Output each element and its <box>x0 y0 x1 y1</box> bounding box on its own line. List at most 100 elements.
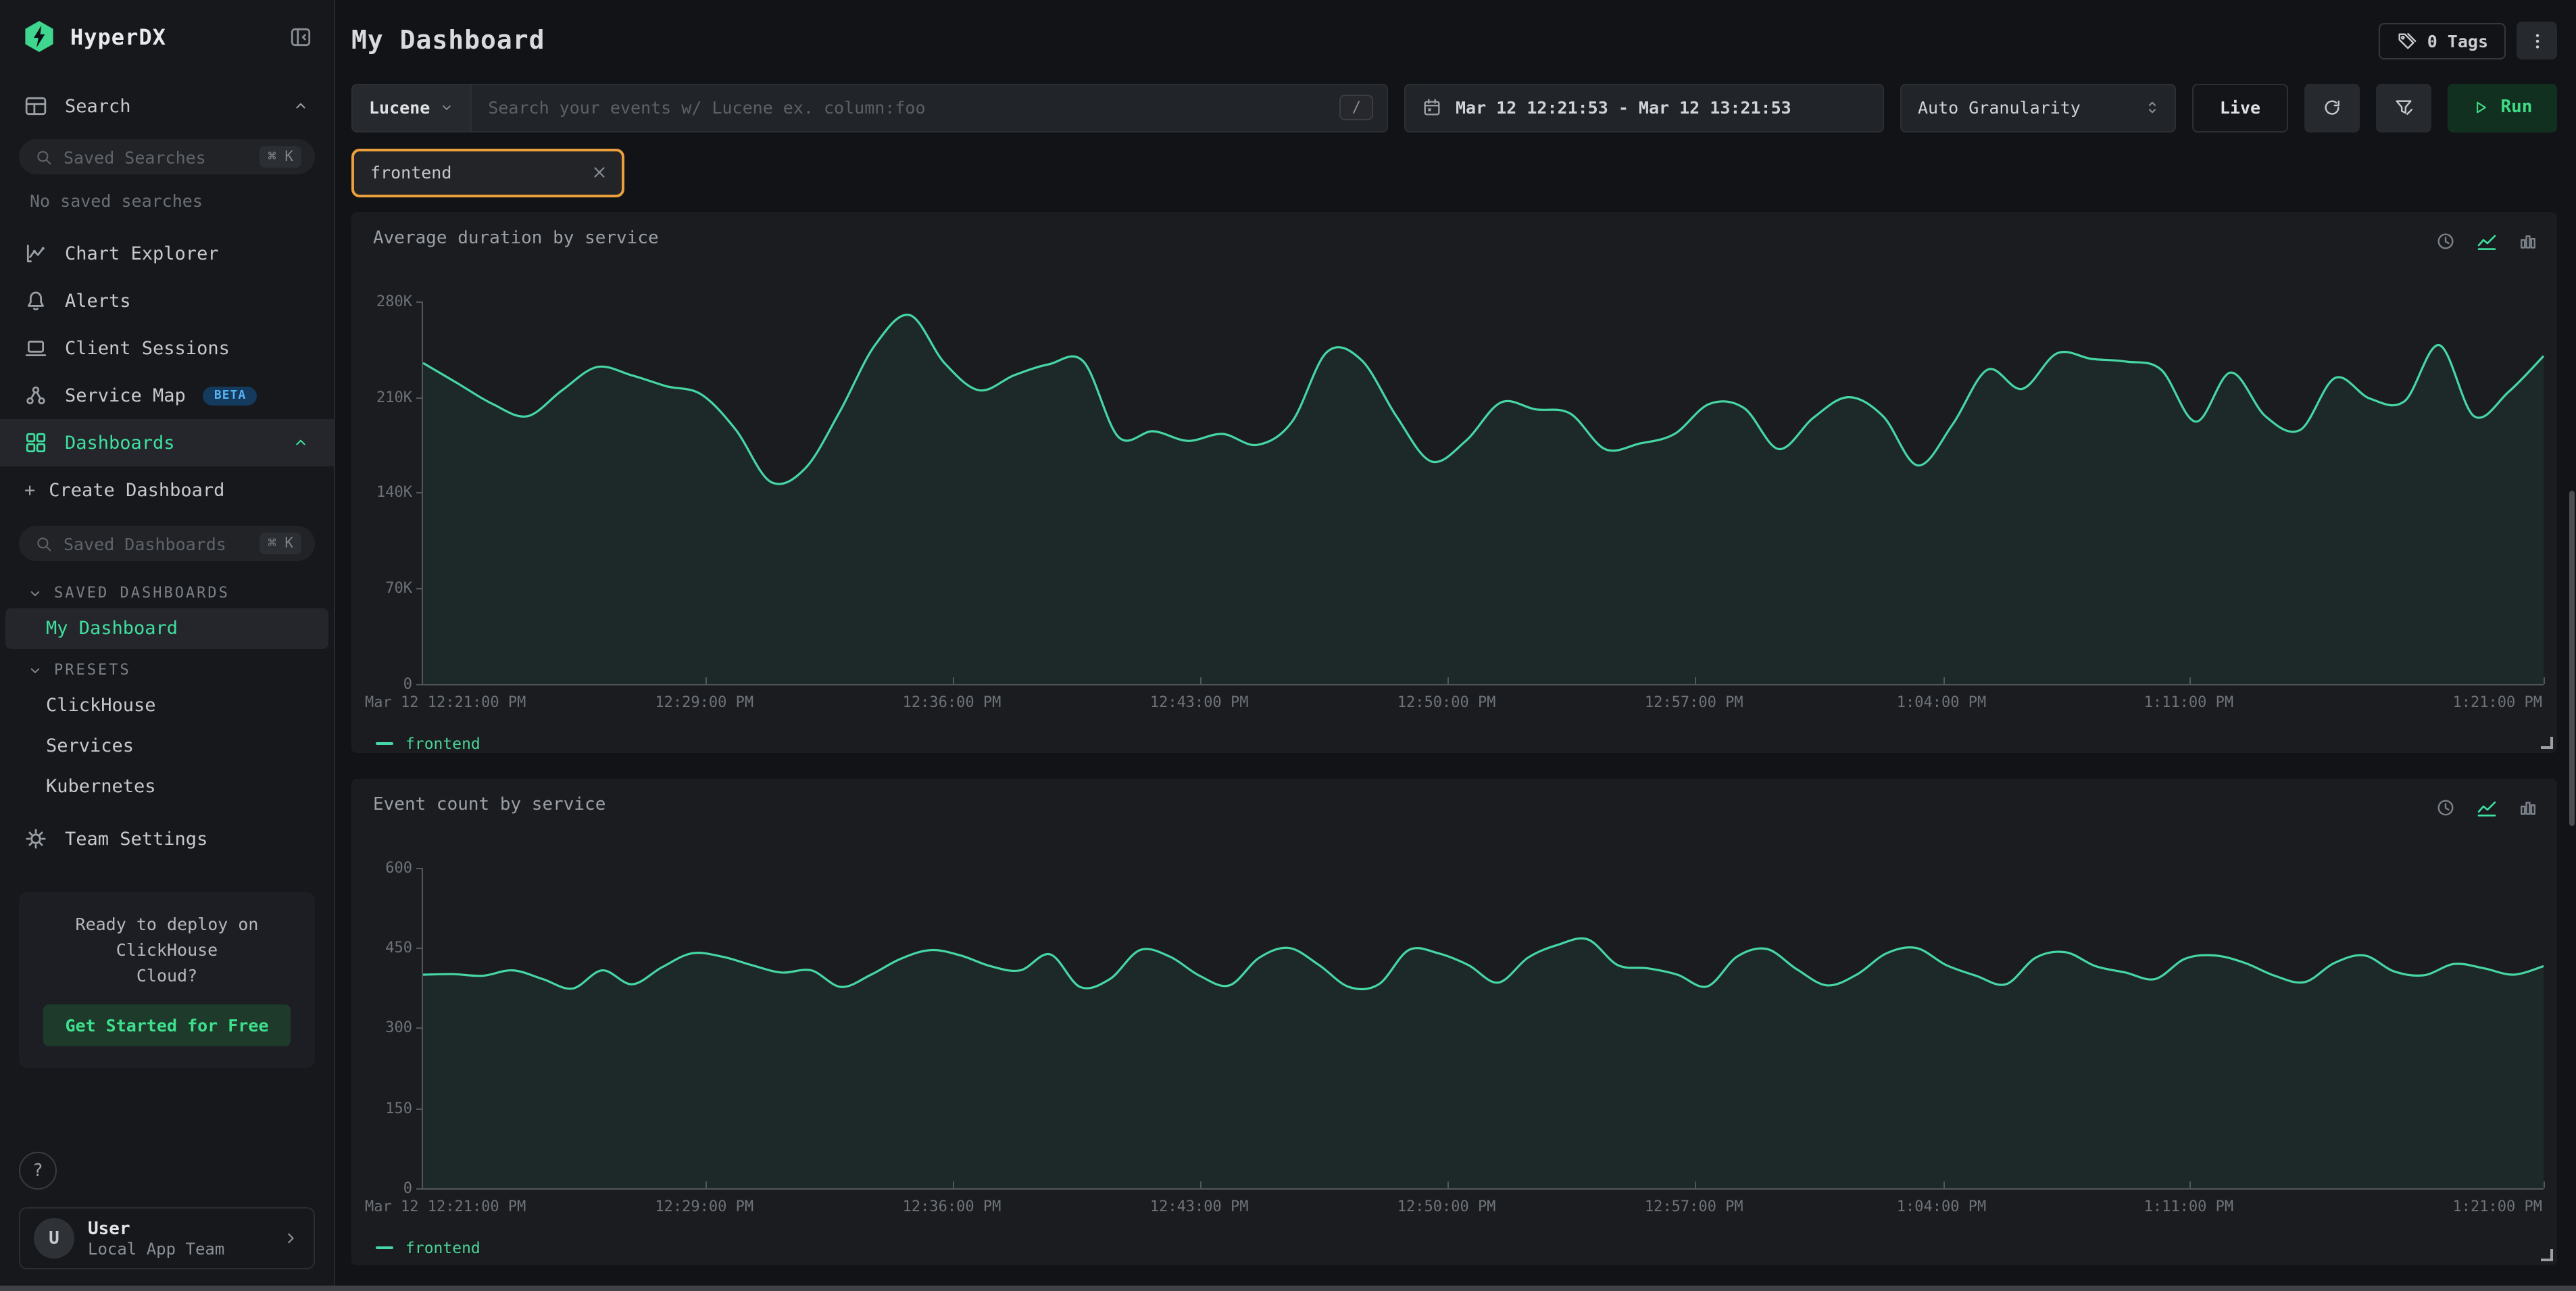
legend-label: frontend <box>405 734 480 753</box>
section-saved-dashboards[interactable]: SAVED DASHBOARDS <box>0 572 334 608</box>
refresh-button[interactable] <box>2304 84 2360 132</box>
time-mode-icon[interactable] <box>2435 798 2456 819</box>
app-window: HyperDX Search ⌘ K No saved searches Cha… <box>0 0 2576 1291</box>
legend-line-swatch <box>376 1246 393 1249</box>
clickhouse-cloud-card: Ready to deploy on ClickHouse Cloud? Get… <box>19 892 315 1069</box>
saved-searches-field[interactable] <box>64 147 249 167</box>
sidebar-item-client-sessions[interactable]: Client Sessions <box>0 324 334 372</box>
sidebar-item-label: Dashboards <box>65 432 175 454</box>
sidebar-item-label: Team Settings <box>65 828 207 850</box>
sidebar-item-search[interactable]: Search <box>0 84 334 128</box>
user-name: User <box>88 1219 224 1239</box>
granularity-value: Auto Granularity <box>1918 98 2081 118</box>
horizontal-scrollbar[interactable] <box>0 1286 2576 1291</box>
sidebar-item-services[interactable]: Services <box>0 726 334 766</box>
plot-region[interactable]: 280K210K140K70K0 <box>422 301 2544 685</box>
cmd-k-shortcut: ⌘ K <box>259 146 301 168</box>
time-range-picker[interactable]: Mar 12 12:21:53 - Mar 12 13:21:53 <box>1404 84 1884 132</box>
sidebar-item-dashboards[interactable]: Dashboards <box>0 419 334 466</box>
dashboards-grid-icon <box>24 431 47 454</box>
section-presets[interactable]: PRESETS <box>0 649 334 685</box>
tags-button[interactable]: 0 Tags <box>2379 22 2506 59</box>
chart-area[interactable]: 280K210K140K70K0 Mar 12 12:21:00 PM12:29… <box>422 301 2544 714</box>
tag-icon <box>2396 30 2417 51</box>
panel-resize-handle[interactable] <box>2541 737 2553 749</box>
sidebar-item-chart-explorer[interactable]: Chart Explorer <box>0 230 334 277</box>
saved-searches-input[interactable]: ⌘ K <box>19 139 315 174</box>
dashboard-menu-button[interactable] <box>2517 22 2557 59</box>
sidebar-item-label: Service Map <box>65 385 186 406</box>
chart-panel-avg-duration: Average duration by service 280K210K140K… <box>351 212 2557 753</box>
line-chart-mode-icon[interactable] <box>2476 798 2498 819</box>
chevron-down-icon <box>439 101 454 116</box>
x-axis-labels: Mar 12 12:21:00 PM12:29:00 PM12:36:00 PM… <box>422 693 2544 714</box>
refresh-icon <box>2322 98 2342 118</box>
query-language-select[interactable]: Lucene <box>353 85 472 131</box>
filter-chip-label: frontend <box>370 163 451 183</box>
kebab-icon <box>2527 30 2547 51</box>
page-title: My Dashboard <box>351 26 545 55</box>
controls-row: Lucene / Mar 12 12:21:53 - Mar 12 13:21:… <box>351 84 2557 132</box>
section-label: PRESETS <box>54 661 131 679</box>
laptop-icon <box>24 337 47 360</box>
time-mode-icon[interactable] <box>2435 232 2456 252</box>
vertical-scrollbar[interactable] <box>2569 491 2575 827</box>
avatar: U <box>34 1218 74 1259</box>
user-team: Local App Team <box>88 1239 224 1258</box>
table-icon <box>24 95 47 118</box>
bar-chart-mode-icon[interactable] <box>2518 798 2538 819</box>
main-content: My Dashboard 0 Tags Lucene / Mar <box>335 0 2576 1291</box>
sidebar-item-clickhouse[interactable]: ClickHouse <box>0 685 334 726</box>
tags-label: 0 Tags <box>2427 30 2488 51</box>
saved-dashboards-field[interactable] <box>64 533 249 554</box>
filter-button[interactable] <box>2376 84 2431 132</box>
section-label: SAVED DASHBOARDS <box>54 584 230 602</box>
sidebar-item-label: Chart Explorer <box>65 243 219 264</box>
create-dashboard-label: Create Dashboard <box>49 480 224 502</box>
chart-panel-event-count: Event count by service 6004503001500 Mar… <box>351 779 2557 1265</box>
collapse-sidebar-icon[interactable] <box>289 25 312 48</box>
chevron-right-icon <box>281 1229 300 1248</box>
create-dashboard-button[interactable]: + Create Dashboard <box>0 466 334 515</box>
x-axis-labels: Mar 12 12:21:00 PM12:29:00 PM12:36:00 PM… <box>422 1198 2544 1218</box>
run-button[interactable]: Run <box>2448 84 2557 132</box>
help-button[interactable]: ? <box>19 1152 57 1190</box>
hyperdx-logo-icon <box>22 19 57 54</box>
search-icon <box>35 535 53 552</box>
filter-chip-frontend[interactable]: frontend <box>351 149 624 197</box>
granularity-select[interactable]: Auto Granularity <box>1900 84 2176 132</box>
legend-line-swatch <box>376 742 393 745</box>
get-started-button[interactable]: Get Started for Free <box>43 1005 290 1047</box>
live-button[interactable]: Live <box>2192 84 2288 132</box>
saved-dashboards-input[interactable]: ⌘ K <box>19 526 315 561</box>
app-title: HyperDX <box>70 24 276 49</box>
cmd-k-shortcut: ⌘ K <box>259 533 301 554</box>
sidebar-item-service-map[interactable]: Service Map BETA <box>0 372 334 419</box>
sidebar-item-my-dashboard[interactable]: My Dashboard <box>5 608 328 649</box>
sidebar-item-alerts[interactable]: Alerts <box>0 277 334 324</box>
sidebar-item-label: Search <box>65 95 131 117</box>
filter-edit-icon <box>2394 98 2414 118</box>
panel-resize-handle[interactable] <box>2541 1249 2553 1261</box>
sidebar-item-kubernetes[interactable]: Kubernetes <box>0 766 334 807</box>
plot-region[interactable]: 6004503001500 <box>422 868 2544 1190</box>
chevron-down-icon <box>27 662 43 678</box>
chart-title: Event count by service <box>373 795 605 815</box>
cloud-card-line1: Ready to deploy on ClickHouse <box>32 912 301 963</box>
event-search-input[interactable] <box>472 85 1339 131</box>
bar-chart-mode-icon[interactable] <box>2518 232 2538 252</box>
play-icon <box>2473 99 2490 117</box>
chart-legend[interactable]: frontend <box>376 1238 2546 1257</box>
chart-explorer-icon <box>24 242 47 265</box>
slash-shortcut: / <box>1340 95 1373 121</box>
user-card[interactable]: U User Local App Team <box>19 1207 315 1269</box>
page-header: My Dashboard 0 Tags <box>351 22 2557 59</box>
sidebar-item-team-settings[interactable]: Team Settings <box>0 815 334 862</box>
query-language-label: Lucene <box>369 98 430 118</box>
line-chart-mode-icon[interactable] <box>2476 231 2498 253</box>
close-icon[interactable] <box>591 164 608 182</box>
chart-legend[interactable]: frontend <box>376 734 2546 753</box>
beta-badge: BETA <box>203 386 257 405</box>
sidebar-item-label: Client Sessions <box>65 337 230 359</box>
chart-area[interactable]: 6004503001500 Mar 12 12:21:00 PM12:29:00… <box>422 868 2544 1218</box>
